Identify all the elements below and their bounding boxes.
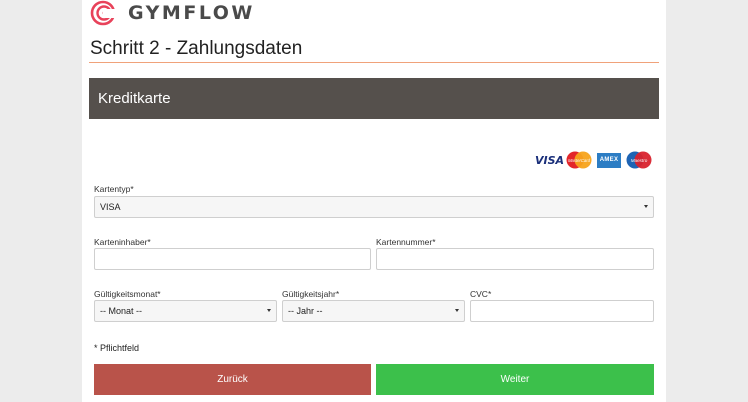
cvc-label: CVC* bbox=[470, 289, 492, 299]
back-button-label: Zurück bbox=[217, 374, 248, 385]
payment-logos: VISA MasterCard AMEX Maestro bbox=[535, 151, 653, 169]
expiry-month-label: Gültigkeitsmonat* bbox=[94, 289, 161, 299]
brand-name: GYMFLOW bbox=[128, 2, 255, 24]
title-divider bbox=[89, 62, 659, 63]
next-button-label: Weiter bbox=[500, 374, 530, 385]
expiry-year-value: -- Jahr -- bbox=[288, 306, 323, 316]
section-header: Kreditkarte bbox=[89, 78, 659, 119]
maestro-logo-icon: Maestro bbox=[626, 151, 652, 169]
chevron-down-icon bbox=[455, 309, 459, 312]
chevron-down-icon bbox=[644, 205, 648, 208]
amex-logo-text: AMEX bbox=[599, 157, 619, 163]
card-type-select[interactable]: VISA bbox=[94, 196, 654, 218]
chevron-down-icon bbox=[267, 309, 271, 312]
back-button[interactable]: Zurück bbox=[94, 364, 371, 395]
expiry-year-label: Gültigkeitsjahr* bbox=[282, 289, 340, 299]
gymflow-logo-icon bbox=[90, 0, 116, 26]
checkout-page: GYMFLOW Schritt 2 - Zahlungsdaten Kredit… bbox=[82, 0, 666, 402]
required-note: * Pflichtfeld bbox=[94, 343, 140, 353]
mastercard-logo-icon: MasterCard bbox=[566, 151, 592, 169]
visa-logo-icon: VISA bbox=[535, 153, 565, 167]
card-number-input[interactable] bbox=[376, 248, 654, 270]
card-number-label: Kartennummer* bbox=[376, 237, 436, 247]
card-type-label: Kartentyp* bbox=[94, 184, 134, 194]
card-holder-input[interactable] bbox=[94, 248, 371, 270]
expiry-year-select[interactable]: -- Jahr -- bbox=[282, 300, 465, 322]
cvc-input[interactable] bbox=[470, 300, 654, 322]
expiry-month-value: -- Monat -- bbox=[100, 306, 143, 316]
page-title: Schritt 2 - Zahlungsdaten bbox=[90, 38, 303, 59]
mastercard-logo-text: MasterCard bbox=[568, 158, 591, 163]
brand-logo[interactable]: GYMFLOW bbox=[90, 0, 255, 26]
section-title: Kreditkarte bbox=[98, 90, 171, 107]
amex-logo-icon: AMEX bbox=[597, 152, 621, 168]
card-type-value: VISA bbox=[100, 202, 121, 212]
next-button[interactable]: Weiter bbox=[376, 364, 654, 395]
expiry-month-select[interactable]: -- Monat -- bbox=[94, 300, 277, 322]
maestro-logo-text: Maestro bbox=[631, 158, 648, 163]
card-holder-label: Karteninhaber* bbox=[94, 237, 151, 247]
